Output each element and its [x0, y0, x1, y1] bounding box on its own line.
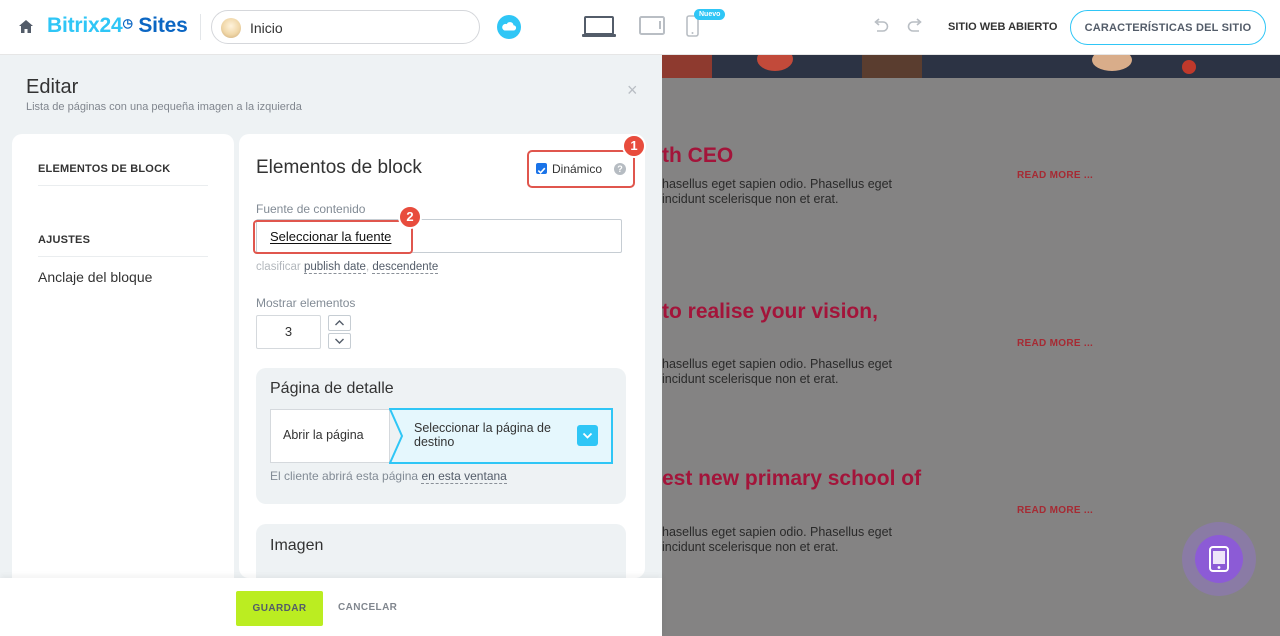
show-elements-input[interactable]: 3	[256, 315, 321, 349]
target-page-select[interactable]: Seleccionar la página de destino	[389, 408, 614, 464]
read-more-link[interactable]: READ MORE ...	[1017, 505, 1093, 516]
home-icon[interactable]	[17, 18, 35, 36]
sort-order-link[interactable]: descendente	[372, 261, 439, 274]
redo-icon[interactable]	[906, 18, 924, 34]
cloud-icon[interactable]	[497, 15, 521, 39]
panel-title: Editar	[26, 76, 79, 98]
nav-divider	[38, 185, 208, 186]
new-badge: Nuevo	[694, 9, 726, 20]
source-label: Fuente de contenido	[256, 202, 366, 216]
settings-nav: ELEMENTOS DE BLOCK AJUSTES Anclaje del b…	[12, 134, 234, 594]
select-source-button[interactable]: Seleccionar la fuente	[270, 229, 391, 244]
open-page-option[interactable]: Abrir la página	[270, 409, 390, 463]
dynamic-label[interactable]: Dinámico	[552, 162, 602, 176]
nav-block-anchor[interactable]: Anclaje del bloque	[38, 269, 152, 285]
image-section: Imagen	[256, 524, 626, 578]
brand-name: Bitrix24	[47, 14, 123, 37]
detail-page-note: El cliente abrirá esta página en esta ve…	[270, 469, 507, 484]
mobile-preview-icon	[1195, 535, 1243, 583]
detail-page-section: Página de detalle Abrir la página Selecc…	[256, 368, 626, 504]
page-selector-label: Inicio	[250, 20, 283, 36]
page-selector[interactable]: Inicio	[211, 10, 480, 44]
open-site-link[interactable]: SITIO WEB ABIERTO	[948, 21, 1057, 33]
site-features-button[interactable]: CARACTERÍSTICAS DEL SITIO	[1070, 10, 1266, 45]
edit-panel: Editar Lista de páginas con una pequeña …	[0, 55, 662, 636]
nav-divider	[38, 256, 208, 257]
sort-settings: clasificar publish date, descendente	[256, 261, 439, 274]
help-icon[interactable]: ?	[614, 163, 626, 175]
site-preview: th CEO hasellus eget sapien odio. Phasel…	[662, 55, 1280, 636]
sort-key: clasificar	[256, 261, 301, 273]
tablet-icon[interactable]	[639, 16, 665, 36]
read-more-link[interactable]: READ MORE ...	[1017, 338, 1093, 349]
decrement-button[interactable]	[328, 333, 351, 349]
sort-field-link[interactable]: publish date	[303, 261, 366, 274]
target-page-label: Seleccionar la página de destino	[414, 421, 551, 449]
preview-item-title: th CEO	[662, 144, 734, 167]
clock-icon: ◷	[122, 16, 133, 30]
panel-subtitle: Lista de páginas con una pequeña imagen …	[26, 101, 302, 113]
preview-image-strip	[662, 55, 1280, 78]
preview-item-title: est new primary school of	[662, 467, 922, 490]
top-bar: Bitrix24◷ Sites Inicio Nuevo SITIO WEB A…	[0, 0, 1280, 55]
undo-icon[interactable]	[872, 18, 890, 34]
page-thumbnail	[221, 18, 241, 38]
preview-item-text: hasellus eget sapien odio. Phasellus ege…	[662, 525, 893, 554]
save-button[interactable]: GUARDAR	[236, 591, 323, 626]
nav-block-elements[interactable]: ELEMENTOS DE BLOCK	[38, 163, 170, 175]
window-target-link[interactable]: en esta ventana	[421, 469, 507, 484]
preview-item-title: to realise your vision,	[662, 300, 878, 323]
show-elements-label: Mostrar elementos	[256, 296, 356, 310]
preview-item-text: hasellus eget sapien odio. Phasellus ege…	[662, 357, 893, 386]
cancel-button[interactable]: CANCELAR	[338, 602, 397, 613]
brand-logo[interactable]: Bitrix24◷ Sites	[47, 14, 188, 38]
section-title: Elementos de block	[256, 157, 422, 178]
detail-note-text: El cliente abrirá esta página	[270, 469, 419, 483]
chevron-down-icon[interactable]	[577, 425, 598, 446]
step-badge-2: 2	[398, 205, 422, 229]
nav-settings[interactable]: AJUSTES	[38, 234, 90, 246]
open-page-label: Abrir la página	[283, 428, 364, 442]
divider	[200, 14, 201, 40]
preview-item-text: hasellus eget sapien odio. Phasellus ege…	[662, 177, 893, 206]
panel-footer: GUARDAR CANCELAR	[0, 578, 662, 636]
increment-button[interactable]	[328, 315, 351, 331]
read-more-link[interactable]: READ MORE ...	[1017, 170, 1093, 181]
block-elements-form: Elementos de block Dinámico ? 1 Fuente d…	[239, 134, 646, 578]
brand-product: Sites	[138, 14, 188, 37]
laptop-icon[interactable]	[582, 16, 616, 38]
image-section-title: Imagen	[270, 537, 324, 554]
sort-separator: ,	[365, 261, 370, 273]
detail-page-title: Página de detalle	[270, 380, 394, 397]
close-icon[interactable]: ×	[627, 80, 638, 101]
mobile-preview-button[interactable]	[1182, 522, 1256, 596]
dynamic-checkbox[interactable]	[536, 163, 547, 174]
step-badge-1: 1	[622, 134, 646, 158]
